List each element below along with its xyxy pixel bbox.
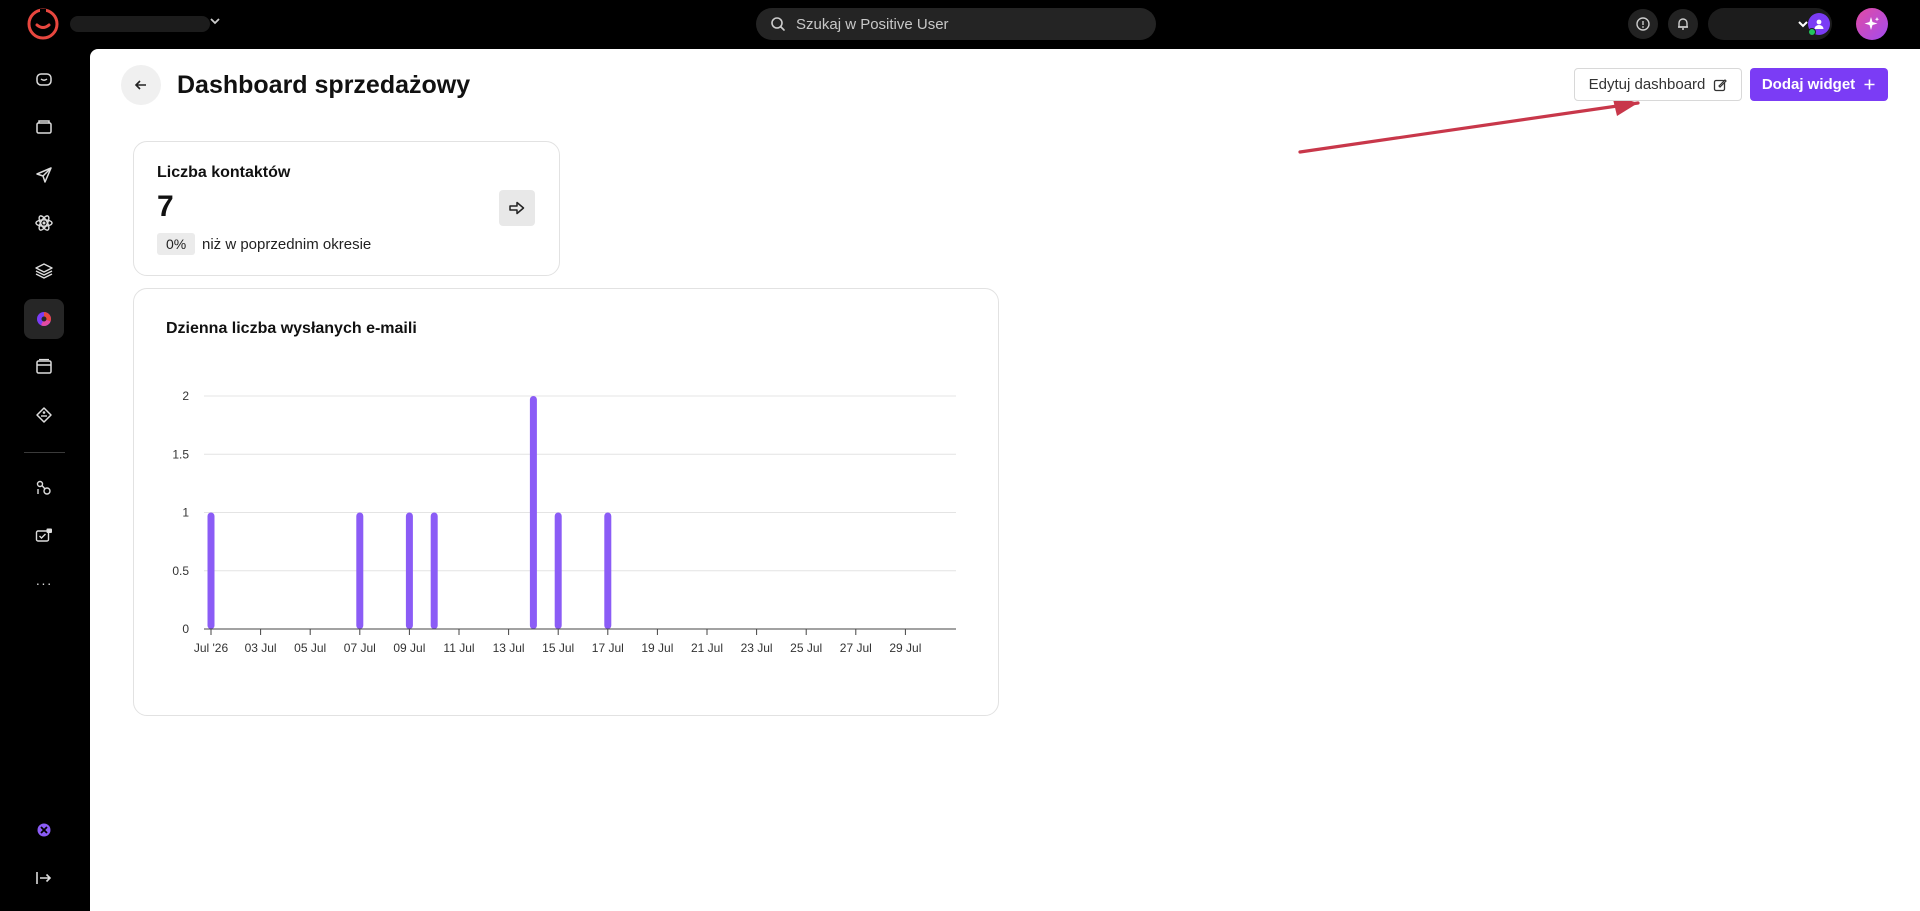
sidebar-item-chat[interactable] <box>24 516 64 556</box>
arrow-left-icon <box>134 80 146 90</box>
edit-dashboard-label: Edytuj dashboard <box>1588 76 1706 93</box>
sidebar-item-analytics[interactable] <box>24 299 64 339</box>
x-tick-label: 09 Jul <box>393 641 425 655</box>
search-bar[interactable] <box>756 8 1156 40</box>
back-button[interactable] <box>121 65 161 105</box>
x-tick-label: 23 Jul <box>741 641 773 655</box>
sparkle-icon <box>1864 17 1880 30</box>
user-menu[interactable] <box>1708 8 1832 40</box>
chart-title: Dzienna liczba wysłanych e-maili <box>166 320 417 337</box>
open-contacts-button[interactable] <box>499 190 535 226</box>
edit-dashboard-button[interactable]: Edytuj dashboard <box>1574 68 1742 101</box>
y-tick-label: 1 <box>182 506 189 520</box>
sidebar-item-home[interactable] <box>24 59 64 99</box>
x-tick-label: 07 Jul <box>344 641 376 655</box>
sidebar: ··· <box>0 49 90 911</box>
app-logo-icon[interactable] <box>26 7 60 41</box>
search-input[interactable] <box>796 15 1136 33</box>
y-tick-label: 1.5 <box>172 447 189 461</box>
more-icon: ··· <box>35 575 53 591</box>
logout-icon <box>36 872 52 884</box>
add-widget-button[interactable]: Dodaj widget <box>1750 68 1888 101</box>
main-content: Dashboard sprzedażowy Edytuj dashboard D… <box>90 49 1920 911</box>
x-tick-label: 11 Jul <box>443 641 474 655</box>
bar <box>207 512 215 629</box>
sidebar-item-loyalty[interactable] <box>24 395 64 435</box>
x-tick-label: 15 Jul <box>542 641 574 655</box>
x-tick-label: 03 Jul <box>245 641 277 655</box>
y-tick-label: 0.5 <box>172 564 189 578</box>
chat-icon <box>35 528 52 542</box>
page-title: Dashboard sprzedażowy <box>177 71 471 99</box>
x-tick-label: 27 Jul <box>840 641 872 655</box>
folder-icon <box>36 120 52 134</box>
online-status-dot <box>1808 28 1816 36</box>
contacts-count: 7 <box>157 190 174 223</box>
x-tick-label: Jul '26 <box>194 641 229 655</box>
sidebar-item-apps[interactable] <box>24 810 64 850</box>
x-tick-label: 13 Jul <box>493 641 525 655</box>
notifications-button[interactable] <box>1668 9 1698 39</box>
info-button[interactable] <box>1628 9 1658 39</box>
arrow-right-icon <box>509 201 525 215</box>
sidebar-item-layers[interactable] <box>24 251 64 291</box>
account-name-redacted[interactable] <box>70 16 210 32</box>
layers-icon <box>35 263 53 279</box>
info-icon <box>1636 17 1650 31</box>
window-icon <box>36 358 52 374</box>
change-badge: 0% <box>157 233 196 255</box>
bar <box>430 512 438 629</box>
sidebar-item-folders[interactable] <box>24 107 64 147</box>
x-tick-label: 17 Jul <box>592 641 624 655</box>
automation-icon <box>36 480 51 495</box>
sidebar-item-more[interactable]: ··· <box>24 563 64 603</box>
contacts-widget: Liczba kontaktów 7 0% niż w poprzednim o… <box>133 141 560 276</box>
x-tick-label: 19 Jul <box>641 641 673 655</box>
bar <box>405 512 413 629</box>
emails-bar-chart: 0 0.5 1 1.5 2 Jul '26 03 Jul 05 Jul 07 Jul 09 Jul… <box>172 389 956 655</box>
sidebar-divider <box>24 452 65 453</box>
bar <box>529 396 537 629</box>
top-bar <box>0 0 1920 49</box>
home-icon <box>36 73 52 86</box>
add-widget-label: Dodaj widget <box>1761 76 1856 93</box>
change-description: niż w poprzednim okresie <box>202 236 372 253</box>
ai-assistant-button[interactable] <box>1856 8 1888 40</box>
atom-icon <box>35 215 53 231</box>
contacts-widget-title: Liczba kontaktów <box>157 164 291 181</box>
bar <box>604 512 612 629</box>
plus-icon <box>1864 79 1875 90</box>
sidebar-item-automation[interactable] <box>24 468 64 508</box>
sidebar-item-campaigns[interactable] <box>24 155 64 195</box>
bar <box>356 512 364 629</box>
x-tick-label: 21 Jul <box>691 641 723 655</box>
analytics-icon <box>37 312 51 326</box>
x-tick-label: 29 Jul <box>889 641 921 655</box>
sidebar-item-integrations[interactable] <box>24 203 64 243</box>
chevron-down-icon[interactable] <box>208 14 222 28</box>
y-tick-label: 0 <box>182 622 189 636</box>
x-tick-label: 25 Jul <box>790 641 822 655</box>
send-icon <box>36 167 52 183</box>
y-tick-label: 2 <box>182 389 189 403</box>
sidebar-item-logout[interactable] <box>24 858 64 898</box>
x-tick-label: 05 Jul <box>294 641 326 655</box>
emails-chart-widget: 0 0.5 1 1.5 2 Jul '26 03 Jul 05 Jul 07 Jul 09 Jul… <box>133 288 999 716</box>
sidebar-item-pages[interactable] <box>24 347 64 387</box>
search-icon <box>771 17 785 31</box>
edit-icon <box>1714 78 1728 91</box>
bell-icon <box>1678 18 1688 30</box>
bar <box>554 512 562 629</box>
tag-icon <box>36 407 52 423</box>
apps-icon <box>37 823 51 837</box>
